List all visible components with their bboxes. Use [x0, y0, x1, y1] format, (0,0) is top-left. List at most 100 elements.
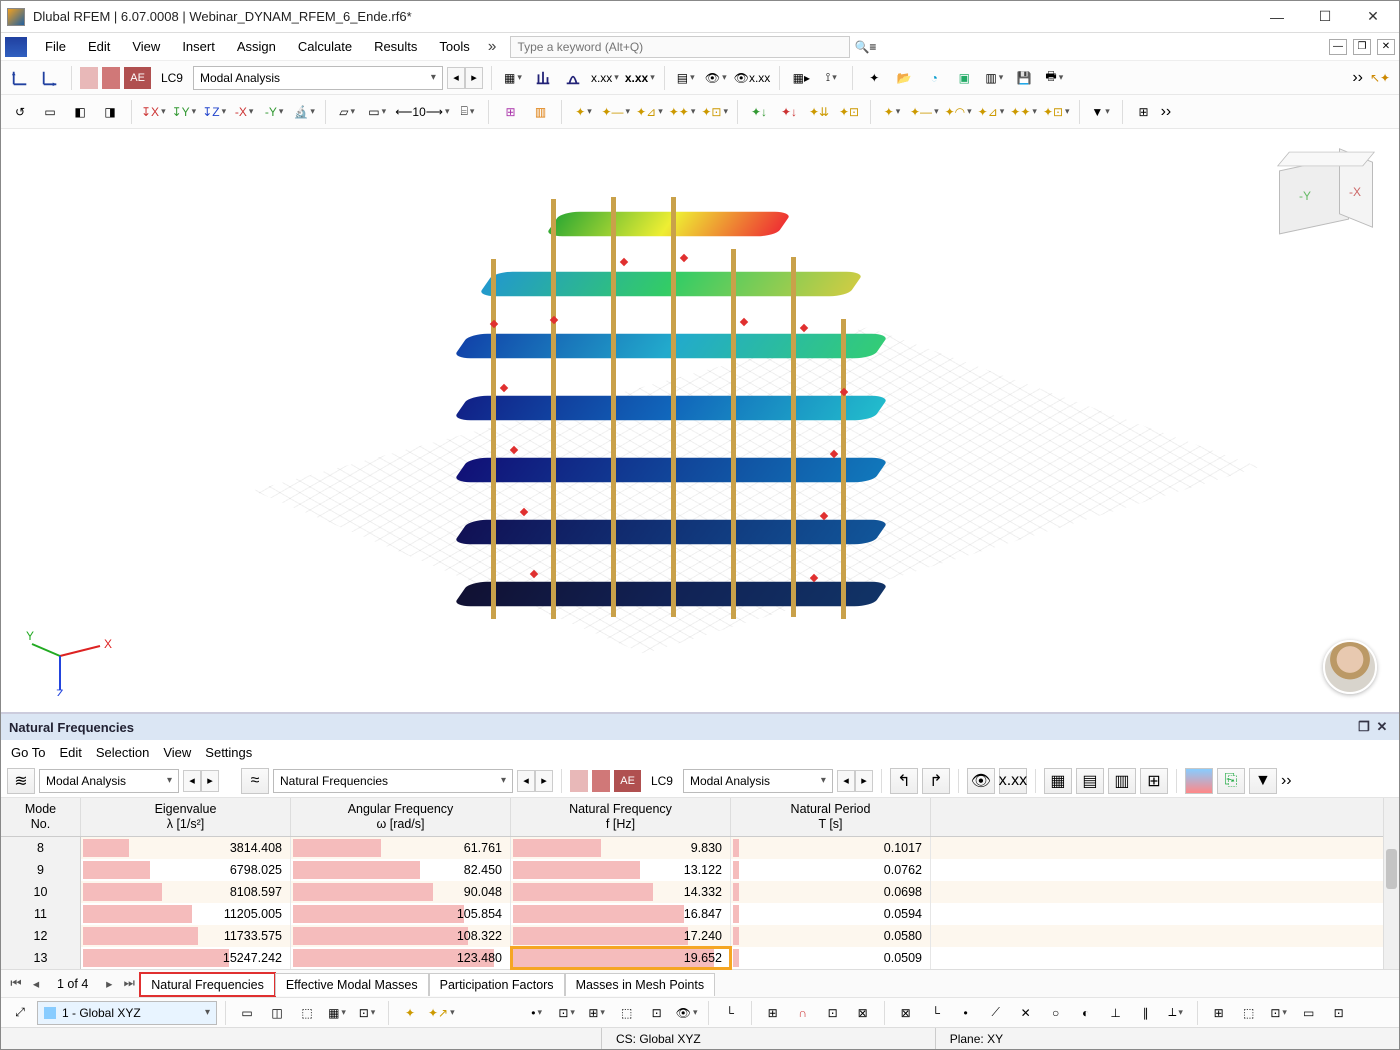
- loadcase-combo[interactable]: Modal Analysis ▾: [193, 66, 443, 90]
- bt-sh4-icon[interactable]: ⟋: [983, 1000, 1009, 1026]
- table-row[interactable]: 1211733.575108.32217.2400.0580: [1, 925, 1399, 947]
- tb2-grp4-icon[interactable]: ✦⊿: [977, 99, 1006, 125]
- table-row[interactable]: 83814.40861.7619.8300.1017: [1, 837, 1399, 859]
- sheet-nav-prev-icon[interactable]: ◂: [27, 976, 45, 991]
- panel-left-nav[interactable]: ◂▸: [183, 770, 219, 792]
- tb2-grp1-icon[interactable]: ✦: [879, 99, 905, 125]
- ptb-overflow-icon[interactable]: ››: [1281, 772, 1292, 790]
- ptb-tbl4-icon[interactable]: ⊞: [1140, 768, 1168, 794]
- menu-insert[interactable]: Insert: [172, 36, 225, 57]
- tb-block-icon[interactable]: ▣: [951, 65, 977, 91]
- close-button[interactable]: ✕: [1353, 3, 1393, 31]
- tb-eye-icon[interactable]: 👁: [703, 65, 729, 91]
- bt-s2-icon[interactable]: ⊡: [554, 1000, 580, 1026]
- bt-s4-icon[interactable]: ⬚: [614, 1000, 640, 1026]
- tb2-x-icon[interactable]: ↧X: [140, 99, 167, 125]
- bt-3-icon[interactable]: ⬚: [294, 1000, 320, 1026]
- panel-popout-icon[interactable]: ❐: [1355, 719, 1373, 735]
- ptb-select1-icon[interactable]: ↰: [890, 768, 918, 794]
- tb2-surface-icon[interactable]: ▱: [334, 99, 360, 125]
- ptb-xxx-icon[interactable]: x.xx: [999, 768, 1027, 794]
- model-viewport[interactable]: /* generated statically below */ X Y Z: [1, 129, 1399, 712]
- tb-new-icon[interactable]: ✦: [861, 65, 887, 91]
- bt-gr5-icon[interactable]: ⊡: [1326, 1000, 1352, 1026]
- tb2-mesh2-icon[interactable]: ▥: [527, 99, 553, 125]
- bt-gr1-icon[interactable]: ⊞: [1206, 1000, 1232, 1026]
- navigation-cube[interactable]: -Y -X: [1261, 141, 1381, 251]
- tb2-plate-icon[interactable]: ▭: [364, 99, 390, 125]
- table-scrollbar[interactable]: [1383, 798, 1399, 969]
- table-row[interactable]: 1111205.005105.85416.8470.0594: [1, 903, 1399, 925]
- axis-right-icon[interactable]: [37, 65, 63, 91]
- menu-view[interactable]: View: [122, 36, 170, 57]
- bt-sh9-icon[interactable]: ∥: [1133, 1000, 1159, 1026]
- bt-sh6-icon[interactable]: ○: [1043, 1000, 1069, 1026]
- table-row[interactable]: 108108.59790.04814.3320.0698: [1, 881, 1399, 903]
- tb2-overflow-icon[interactable]: ››: [1161, 103, 1172, 121]
- tb-sections-icon[interactable]: ▤: [673, 65, 699, 91]
- bt-gr4-icon[interactable]: ▭: [1296, 1000, 1322, 1026]
- ptb-color-icon[interactable]: [1185, 768, 1213, 794]
- tb2-grp3-icon[interactable]: ✦◠: [944, 99, 973, 125]
- panel-menu-selection[interactable]: Selection: [96, 745, 149, 760]
- bt-coords-icon[interactable]: ⤢: [7, 1000, 33, 1026]
- tb2-section-icon[interactable]: ⌸: [454, 99, 480, 125]
- bt-snap1-icon[interactable]: ⊞: [760, 1000, 786, 1026]
- loadcase-nav[interactable]: ◂▸: [447, 67, 483, 89]
- bt-gr3-icon[interactable]: ⊡: [1266, 1000, 1292, 1026]
- menu-edit[interactable]: Edit: [78, 36, 120, 57]
- tb-anim-icon[interactable]: ▦▸: [788, 65, 814, 91]
- sheet-tab[interactable]: Effective Modal Masses: [275, 973, 429, 996]
- tb2-zoom-icon[interactable]: 🔬: [291, 99, 317, 125]
- bt-s3-icon[interactable]: ⊞: [584, 1000, 610, 1026]
- sheet-tab[interactable]: Natural Frequencies: [140, 973, 275, 996]
- tb2-box1-icon[interactable]: ▭: [37, 99, 63, 125]
- bt-s1-icon[interactable]: •: [524, 1000, 550, 1026]
- bt-gr2-icon[interactable]: ⬚: [1236, 1000, 1262, 1026]
- workspace-min-icon[interactable]: —: [1329, 39, 1347, 55]
- panel-lc-nav[interactable]: ◂▸: [837, 770, 873, 792]
- tb-save-icon[interactable]: 💾: [1011, 65, 1037, 91]
- sheet-nav-last-icon[interactable]: ⏭: [120, 976, 138, 991]
- tb2-box2-icon[interactable]: ◧: [67, 99, 93, 125]
- ptb-select2-icon[interactable]: ↱: [922, 768, 950, 794]
- panel-menu-settings[interactable]: Settings: [205, 745, 252, 760]
- bt-1-icon[interactable]: ▭: [234, 1000, 260, 1026]
- maximize-button[interactable]: ☐: [1305, 3, 1345, 31]
- tb2-mesh1-icon[interactable]: ⊞: [497, 99, 523, 125]
- panel-mid-combo[interactable]: Natural Frequencies▾: [273, 769, 513, 793]
- tb-layers-icon[interactable]: ▥: [981, 65, 1007, 91]
- tb-eye-xxx-icon[interactable]: 👁x.xx: [733, 65, 772, 91]
- search-advanced-icon[interactable]: 🔍≡: [852, 34, 878, 60]
- panel-mid-nav[interactable]: ◂▸: [517, 770, 553, 792]
- bt-s6-icon[interactable]: 👁: [674, 1000, 700, 1026]
- ptb-eye-icon[interactable]: 👁: [967, 768, 995, 794]
- tb2-star2-icon[interactable]: ✦—: [600, 99, 631, 125]
- search-input[interactable]: [510, 36, 850, 58]
- menu-overflow-icon[interactable]: ››: [482, 38, 501, 56]
- menu-tools[interactable]: Tools: [429, 36, 479, 57]
- bt-2-icon[interactable]: ◫: [264, 1000, 290, 1026]
- tb2-ny-icon[interactable]: -Y: [261, 99, 287, 125]
- bt-5-icon[interactable]: ⊡: [354, 1000, 380, 1026]
- tb2-load4-icon[interactable]: ✦⊡: [836, 99, 862, 125]
- tb2-filter2-icon[interactable]: ▼: [1088, 99, 1114, 125]
- menu-calc[interactable]: Calculate: [288, 36, 362, 57]
- bt-sh5-icon[interactable]: ✕: [1013, 1000, 1039, 1026]
- toolbar-overflow-icon[interactable]: ››: [1352, 69, 1363, 87]
- bt-sh2-icon[interactable]: └: [923, 1000, 949, 1026]
- bt-sh3-icon[interactable]: •: [953, 1000, 979, 1026]
- tb-print-icon[interactable]: 🖶: [1041, 65, 1067, 91]
- tb-open-icon[interactable]: 📂: [891, 65, 917, 91]
- tb2-load1-icon[interactable]: ✦↓: [746, 99, 772, 125]
- sheet-nav-next-icon[interactable]: ▸: [100, 976, 118, 991]
- table-row[interactable]: 96798.02582.45013.1220.0762: [1, 859, 1399, 881]
- tb2-star4-icon[interactable]: ✦✦: [668, 99, 697, 125]
- menu-assign[interactable]: Assign: [227, 36, 286, 57]
- tb-cloud-icon[interactable]: ◔: [921, 65, 947, 91]
- ptb-tbl1-icon[interactable]: ▦: [1044, 768, 1072, 794]
- menu-results[interactable]: Results: [364, 36, 427, 57]
- tb-xxx-icon[interactable]: x.xx: [590, 65, 620, 91]
- ptb-tbl2-icon[interactable]: ▤: [1076, 768, 1104, 794]
- sheet-tab[interactable]: Masses in Mesh Points: [565, 973, 716, 996]
